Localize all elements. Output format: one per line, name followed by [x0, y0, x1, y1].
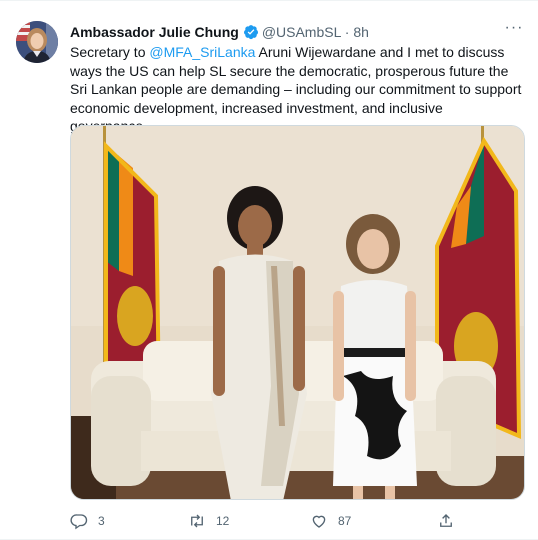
- mention-link[interactable]: @MFA_SriLanka: [149, 44, 255, 60]
- tweet-timestamp[interactable]: 8h: [353, 24, 369, 40]
- verified-badge-icon: [243, 24, 259, 45]
- tweet-photo[interactable]: [70, 125, 525, 500]
- tweet-card[interactable]: Ambassador Julie Chung @USAmbSL · 8h ··· …: [0, 0, 538, 540]
- like-button[interactable]: 87: [310, 510, 351, 532]
- reply-icon: [70, 512, 88, 530]
- reply-button[interactable]: 3: [70, 510, 105, 532]
- author-name[interactable]: Ambassador Julie Chung: [70, 24, 239, 40]
- author-avatar[interactable]: [16, 21, 58, 63]
- reply-count: 3: [98, 514, 105, 528]
- tweet-text-start: Secretary to: [70, 44, 150, 60]
- tweet-actions: 3 12 87: [70, 510, 470, 532]
- retweet-count: 12: [216, 514, 230, 528]
- tweet-header: Ambassador Julie Chung @USAmbSL · 8h: [70, 22, 498, 42]
- author-handle[interactable]: @USAmbSL: [262, 24, 341, 40]
- separator-dot: ·: [344, 24, 350, 40]
- like-icon: [310, 512, 328, 530]
- retweet-button[interactable]: 12: [188, 510, 229, 532]
- retweet-icon: [188, 512, 206, 530]
- avatar-image: [16, 21, 58, 63]
- tweet-text: Secretary to @MFA_SriLanka Aruni Wijewar…: [70, 43, 522, 136]
- like-count: 87: [338, 514, 352, 528]
- share-icon: [437, 512, 455, 530]
- share-button[interactable]: [437, 510, 455, 532]
- photo-image: [71, 126, 524, 499]
- more-options-icon[interactable]: ···: [504, 20, 524, 41]
